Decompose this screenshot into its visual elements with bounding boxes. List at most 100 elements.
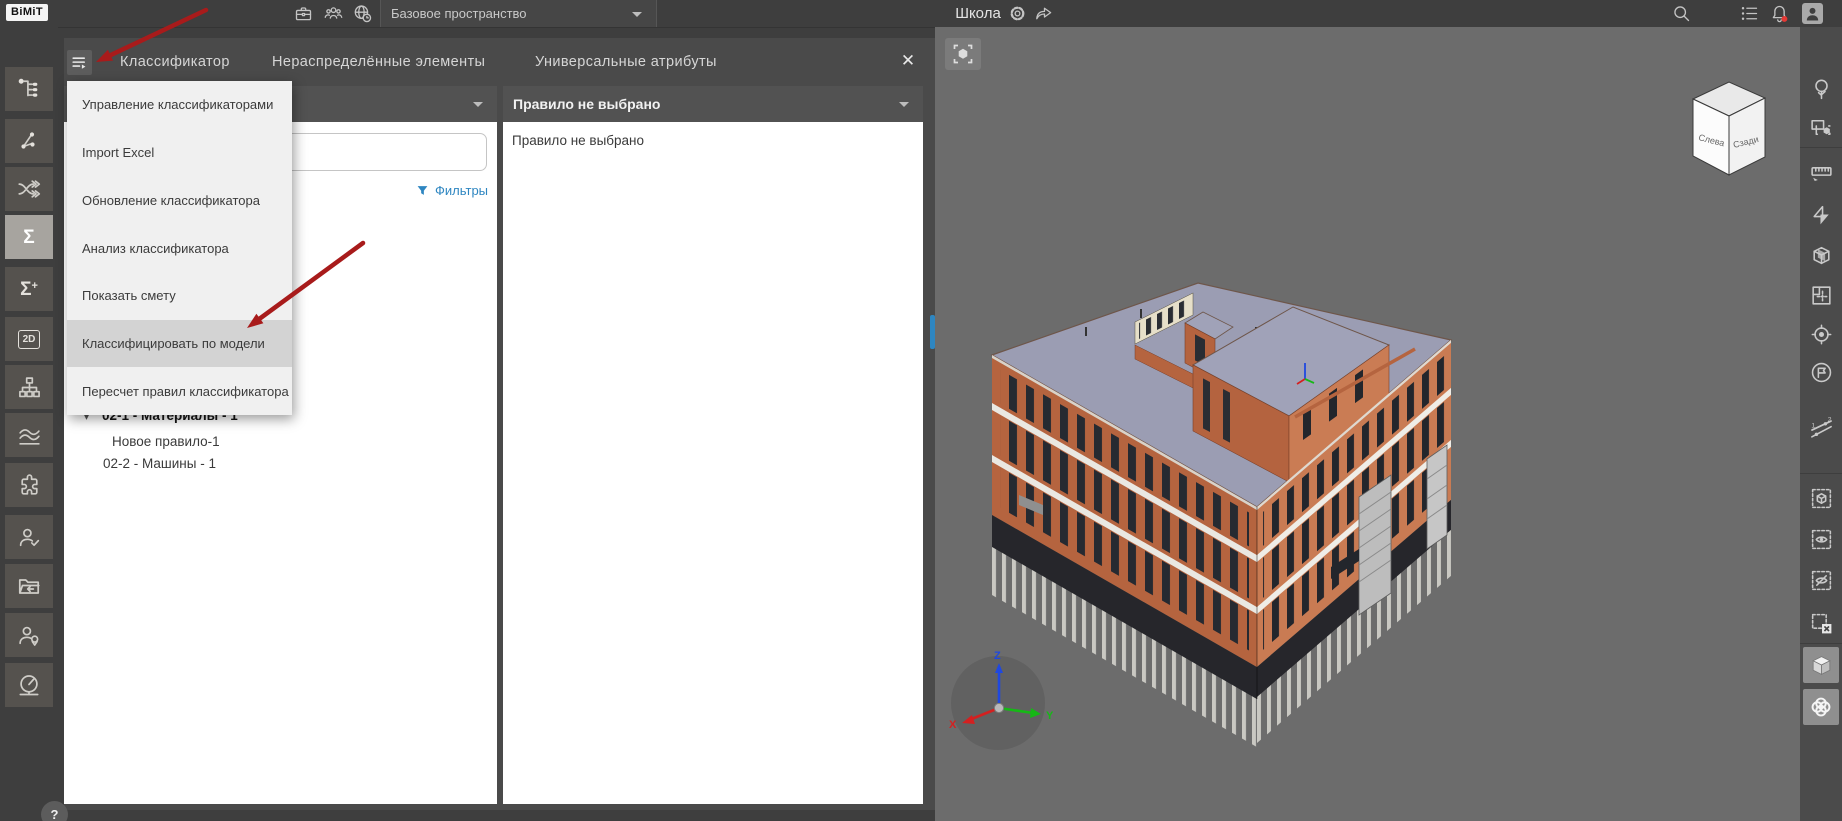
list-icon[interactable] (1739, 3, 1760, 24)
toolbar-item-section-box[interactable] (1803, 237, 1839, 273)
tree-item-machines[interactable]: 02-2 - Машины - 1 (103, 456, 216, 471)
shaded-cube-icon (1811, 655, 1831, 675)
orbit-clover-icon (1811, 697, 1831, 717)
briefcase-icon[interactable] (293, 3, 314, 24)
rule-detail-area: Правило не выбрано (503, 122, 923, 804)
toolbar-item-orbit[interactable] (1803, 689, 1839, 725)
rule-select-dropdown[interactable]: Правило не выбрано (503, 86, 923, 122)
menu-item-import-excel[interactable]: Import Excel (67, 129, 292, 177)
axis-label-x: X (949, 719, 957, 731)
filters-link[interactable]: Фильтры (416, 183, 488, 198)
classifier-menu-button[interactable] (67, 50, 92, 75)
user-avatar[interactable] (1802, 3, 1823, 24)
sidebar-item-classifier[interactable]: Σ (5, 215, 53, 259)
org-chart-icon (18, 376, 40, 397)
menu-item-classify-by-model[interactable]: Классифицировать по модели (67, 319, 292, 368)
gauge-icon (19, 675, 39, 696)
fit-view-button[interactable] (945, 38, 981, 70)
flag-icon (1811, 362, 1831, 382)
menu-item-show-estimate[interactable]: Показать смету (67, 272, 292, 320)
workspace-label: Базовое пространство (391, 6, 527, 21)
sidebar-item-export-folder[interactable] (5, 564, 53, 608)
person-pin-icon (18, 626, 38, 646)
team-icon[interactable] (323, 3, 344, 24)
eye-slash-icon (1811, 570, 1831, 590)
stair-tower (1358, 474, 1392, 616)
dimensions-icon: 1 2 (1810, 416, 1832, 438)
tree-icon (1814, 79, 1828, 99)
toolbar-item-show[interactable] (1803, 521, 1839, 557)
tab-classifier[interactable]: Классификатор (120, 38, 230, 86)
sigma-plus-icon: Σ+ (20, 278, 38, 300)
toolbar-item-clear-selection[interactable] (1803, 605, 1839, 641)
menu-item-recalculate-rules[interactable]: Пересчет правил классификатора (67, 367, 292, 415)
building-model: Слева Сзади Z X Y (949, 81, 1767, 750)
toolbar-item-locate[interactable] (1803, 316, 1839, 352)
shuffle-icon (18, 180, 41, 198)
stair-tower-small (1426, 444, 1448, 550)
sidebar-item-analytics[interactable] (5, 413, 53, 457)
top-bar: BiMiT Базовое пространство Школа (0, 0, 1842, 28)
toolbar-item-issues[interactable] (1803, 354, 1839, 390)
roof-antenna (1140, 309, 1142, 318)
curves-icon (18, 428, 40, 445)
sidebar-item-model-tree[interactable] (5, 67, 53, 111)
toolbar-divider (1800, 643, 1842, 644)
chevron-down-icon (632, 12, 642, 17)
panel-tabs-bar: Классификатор Нераспределённые элементы … (64, 38, 935, 86)
help-button[interactable]: ? (41, 801, 68, 821)
share-icon[interactable] (1034, 3, 1055, 24)
toolbar-item-section-plane[interactable] (1803, 197, 1839, 233)
axis-label-y: Y (1046, 710, 1054, 722)
toolbar-item-isolate[interactable] (1803, 480, 1839, 516)
settings-gear-icon[interactable] (1007, 3, 1028, 24)
right-toolbar: 1 2 (1800, 27, 1842, 821)
ruler-icon (1810, 166, 1832, 181)
target-icon (1811, 324, 1831, 344)
roof-antenna (1085, 327, 1087, 336)
menu-item-manage-classifiers[interactable]: Управление классификаторами (67, 81, 292, 129)
sidebar-item-plugins[interactable] (5, 463, 53, 507)
search-icon[interactable] (1671, 3, 1692, 24)
toolbar-item-hide[interactable] (1803, 562, 1839, 598)
dim-badge-2: 2 (1827, 416, 1831, 423)
filter-funnel-icon (417, 186, 428, 195)
toolbar-item-select-similar[interactable] (1803, 109, 1839, 145)
sidebar-item-user-location[interactable] (5, 613, 53, 657)
globe-clock-icon[interactable] (352, 3, 373, 24)
bimit-app: BiMiT Базовое пространство Школа Σ Σ+ 2D… (0, 0, 1842, 821)
folder-export-icon (18, 579, 40, 594)
topbar-divider (656, 0, 657, 27)
toolbar-item-shaded-view[interactable] (1803, 647, 1839, 683)
person-icon (1806, 7, 1819, 21)
sidebar-item-versions[interactable] (5, 119, 53, 163)
toolbar-item-environment[interactable] (1803, 71, 1839, 107)
menu-item-update-classifier[interactable]: Обновление классификатора (67, 176, 292, 224)
sigma-icon: Σ (23, 226, 35, 248)
tree-item-new-rule[interactable]: Новое правило-1 (112, 434, 220, 449)
toolbar-item-floor-plan[interactable] (1803, 277, 1839, 313)
panel-scrollbar-thumb[interactable] (930, 315, 935, 349)
2d-sheet-icon: 2D (17, 329, 41, 349)
model-tree-icon (18, 78, 38, 97)
tab-unassigned-elements[interactable]: Нераспределённые элементы (272, 38, 485, 86)
toolbar-item-dimensions[interactable]: 1 2 (1803, 399, 1839, 459)
close-panel-button[interactable]: ✕ (894, 47, 922, 75)
menu-item-analyze-classifier[interactable]: Анализ классификатора (67, 224, 292, 272)
section-box-icon (1812, 246, 1830, 264)
sidebar-item-approvals[interactable] (5, 515, 53, 559)
3d-viewport[interactable]: Слева Сзади Z X Y (935, 27, 1800, 821)
sidebar-item-classifier-plus[interactable]: Σ+ (5, 267, 53, 311)
nav-cube[interactable]: Слева Сзади (1691, 81, 1767, 176)
notifications-bell-icon[interactable] (1769, 3, 1790, 24)
left-sidebar: Σ Σ+ 2D ? (0, 27, 68, 821)
sidebar-item-dashboard[interactable] (5, 663, 53, 707)
section-plane-icon (1812, 205, 1829, 224)
nav-sphere[interactable]: Z X Y (949, 650, 1054, 750)
toolbar-item-measure[interactable] (1803, 154, 1839, 190)
sidebar-item-clash-links[interactable] (5, 167, 53, 211)
sidebar-item-structure[interactable] (5, 365, 53, 409)
workspace-selector[interactable]: Базовое пространство (381, 0, 656, 27)
sidebar-item-sheets-2d[interactable]: 2D (5, 317, 53, 361)
tab-universal-attributes[interactable]: Универсальные атрибуты (535, 38, 717, 86)
